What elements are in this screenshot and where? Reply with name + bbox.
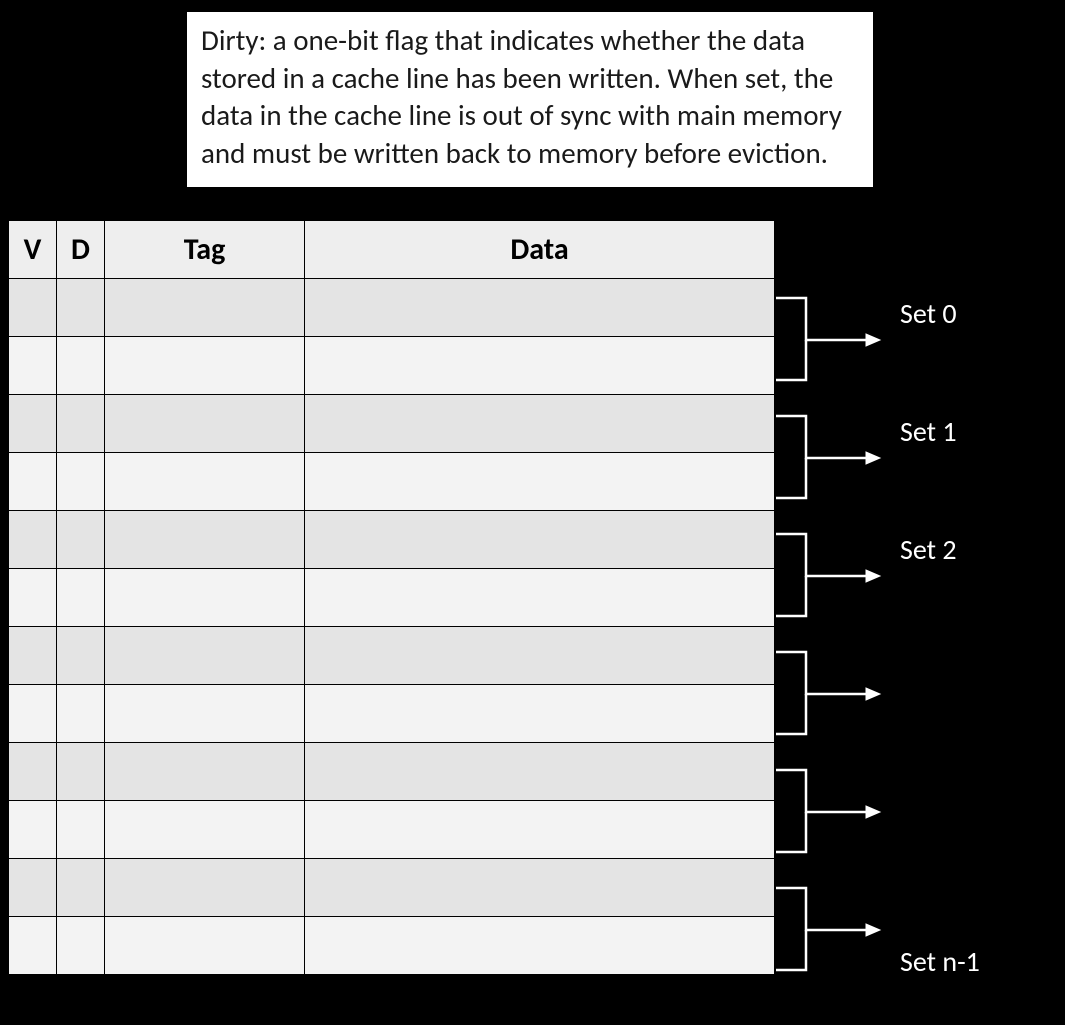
header-tag: Tag (105, 221, 305, 279)
set-arrow-3 (776, 634, 896, 754)
cache-row (9, 627, 775, 685)
callout-text: Dirty: a one-bit flag that indicates whe… (201, 22, 842, 171)
cache-row (9, 453, 775, 511)
cache-row (9, 511, 775, 569)
cache-row (9, 395, 775, 453)
header-dirty: D (57, 221, 105, 279)
cache-row (9, 337, 775, 395)
set-arrow-2 (776, 516, 896, 636)
cache-table: V D Tag Data (8, 220, 775, 975)
table-body (9, 279, 775, 975)
cache-row (9, 279, 775, 337)
cache-row (9, 801, 775, 859)
header-data: Data (305, 221, 775, 279)
set-label-1: Set 1 (900, 418, 957, 446)
set-arrow-1 (776, 398, 896, 518)
set-arrow-4 (776, 752, 896, 872)
cache-row (9, 743, 775, 801)
set-label-n-1: Set n-1 (900, 948, 980, 976)
set-arrow-5 (776, 870, 896, 990)
cache-row (9, 569, 775, 627)
cache-row (9, 917, 775, 975)
set-label-2: Set 2 (900, 536, 957, 564)
set-label-0: Set 0 (900, 300, 957, 328)
header-valid: V (9, 221, 57, 279)
cache-row (9, 859, 775, 917)
table-header-row: V D Tag Data (9, 221, 775, 279)
set-arrow-0 (776, 280, 896, 400)
dirty-flag-callout: Dirty: a one-bit flag that indicates whe… (185, 10, 875, 189)
cache-row (9, 685, 775, 743)
